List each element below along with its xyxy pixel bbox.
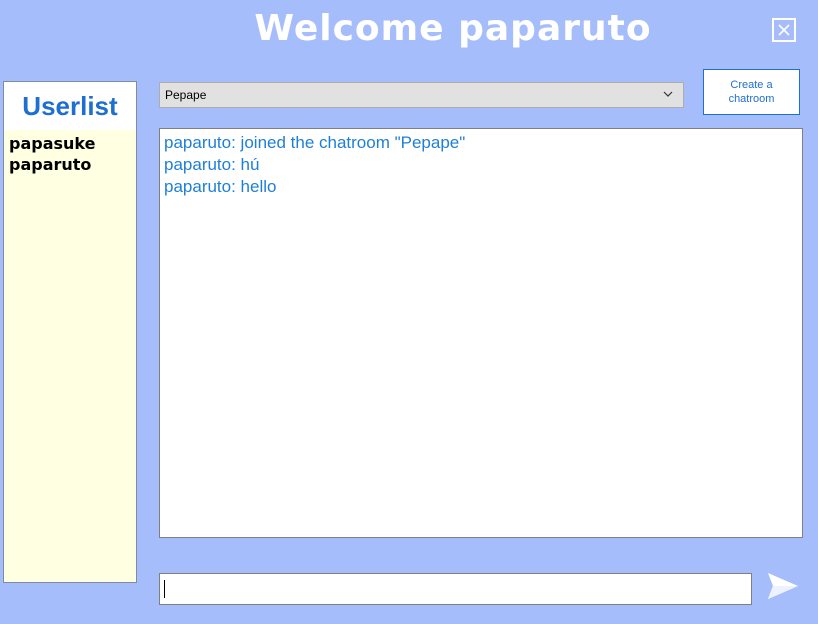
chat-message: paparuto: joined the chatroom "Pepape" bbox=[164, 133, 466, 152]
chevron-down-icon bbox=[663, 91, 673, 97]
user-item[interactable]: paparuto bbox=[9, 154, 136, 175]
userlist-panel: Userlist papasuke paparuto bbox=[3, 81, 137, 583]
userlist-items: papasuke paparuto bbox=[4, 130, 136, 175]
send-button[interactable] bbox=[764, 569, 802, 603]
chatroom-select-value: Pepape bbox=[165, 88, 207, 102]
user-item[interactable]: papasuke bbox=[9, 133, 136, 154]
message-log[interactable]: paparuto: joined the chatroom "Pepape" p… bbox=[159, 128, 803, 538]
close-button[interactable] bbox=[772, 18, 796, 42]
message-input[interactable] bbox=[159, 573, 752, 605]
userlist-title: Userlist bbox=[4, 82, 136, 130]
create-chatroom-label-line1: Create a bbox=[730, 79, 773, 91]
chat-message: paparuto: hello bbox=[164, 177, 277, 196]
create-chatroom-button[interactable]: Create a chatroom bbox=[703, 69, 800, 115]
chat-message: paparuto: hú bbox=[164, 155, 260, 174]
window-title: Welcome paparuto bbox=[254, 8, 652, 49]
chatroom-select[interactable]: Pepape bbox=[159, 82, 684, 108]
text-caret bbox=[164, 580, 165, 598]
create-chatroom-label-line2: chatroom bbox=[728, 93, 775, 105]
send-icon bbox=[768, 573, 798, 599]
close-icon bbox=[778, 24, 790, 36]
